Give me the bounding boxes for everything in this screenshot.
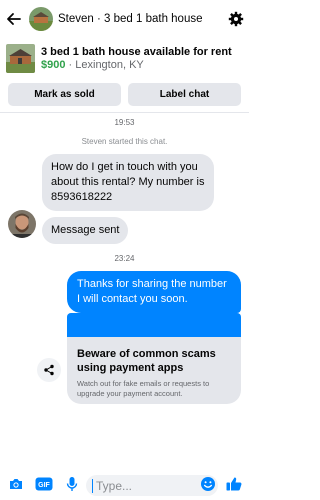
text-caret xyxy=(92,478,93,493)
system-message: Steven started this chat. xyxy=(81,137,168,146)
share-icon[interactable] xyxy=(37,358,61,382)
incoming-message[interactable]: Message sent xyxy=(42,217,129,244)
timestamp: 19:53 xyxy=(114,118,135,127)
back-arrow-icon[interactable] xyxy=(0,0,28,38)
timestamp: 23:24 xyxy=(114,254,135,263)
emoji-icon[interactable] xyxy=(194,468,222,500)
microphone-icon[interactable] xyxy=(58,468,86,500)
listing-summary[interactable]: 3 bed 1 bath house available for rent $9… xyxy=(0,38,249,78)
mark-as-sold-button[interactable]: Mark as sold xyxy=(8,83,121,106)
outgoing-message[interactable]: Thanks for sharing the number I will con… xyxy=(67,271,241,313)
header-title[interactable]: Steven · 3 bed 1 bath house xyxy=(58,13,223,25)
listing-subtitle: $900 · Lexington, KY xyxy=(41,59,232,71)
listing-title: 3 bed 1 bath house available for rent xyxy=(41,45,232,58)
chat-header: Steven · 3 bed 1 bath house xyxy=(0,0,249,38)
gif-icon[interactable]: GIF xyxy=(30,468,58,500)
listing-avatar[interactable] xyxy=(29,7,53,31)
avatar[interactable] xyxy=(8,210,36,238)
message-input-placeholder: Type... xyxy=(96,478,133,493)
label-chat-button[interactable]: Label chat xyxy=(128,83,241,106)
listing-location: · Lexington, KY xyxy=(65,58,144,71)
svg-text:GIF: GIF xyxy=(38,482,50,489)
camera-icon[interactable] xyxy=(2,468,30,500)
listing-thumbnail[interactable] xyxy=(6,43,35,73)
divider xyxy=(0,112,249,113)
thumbs-up-icon[interactable] xyxy=(220,468,248,500)
card-title: Beware of common scams using payment app… xyxy=(77,348,216,374)
incoming-message[interactable]: How do I get in touch with you about thi… xyxy=(42,154,214,211)
scam-warning-card[interactable]: Beware of common scams using payment app… xyxy=(67,313,241,404)
listing-actions: Mark as sold Label chat xyxy=(0,83,249,106)
card-text: Watch out for fake emails or requests to… xyxy=(77,379,210,398)
card-header xyxy=(67,313,241,337)
listing-price: $900 xyxy=(41,58,66,71)
gear-icon[interactable] xyxy=(223,0,249,38)
